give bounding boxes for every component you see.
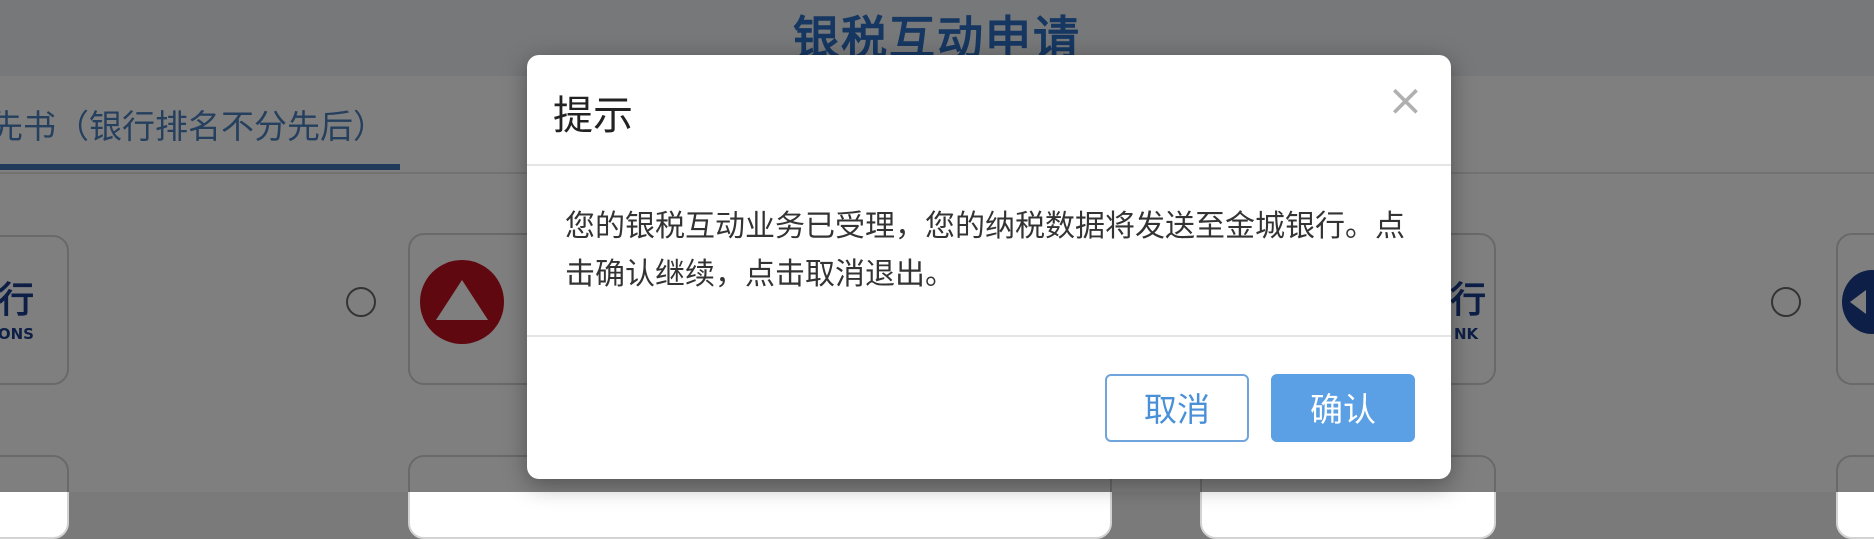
confirm-dialog: 提示 × 您的银税互动业务已受理，您的纳税数据将发送至金城银行。点击确认继续，点…	[527, 55, 1451, 479]
confirm-button[interactable]: 确认	[1271, 374, 1415, 442]
dialog-footer: 取消 确认	[527, 335, 1451, 481]
cancel-button[interactable]: 取消	[1105, 374, 1249, 442]
dialog-header: 提示 ×	[527, 55, 1451, 166]
close-icon[interactable]: ×	[1387, 79, 1424, 123]
dialog-title: 提示	[553, 93, 633, 139]
dialog-message: 您的银税互动业务已受理，您的纳税数据将发送至金城银行。点击确认继续，点击取消退出…	[565, 209, 1405, 292]
